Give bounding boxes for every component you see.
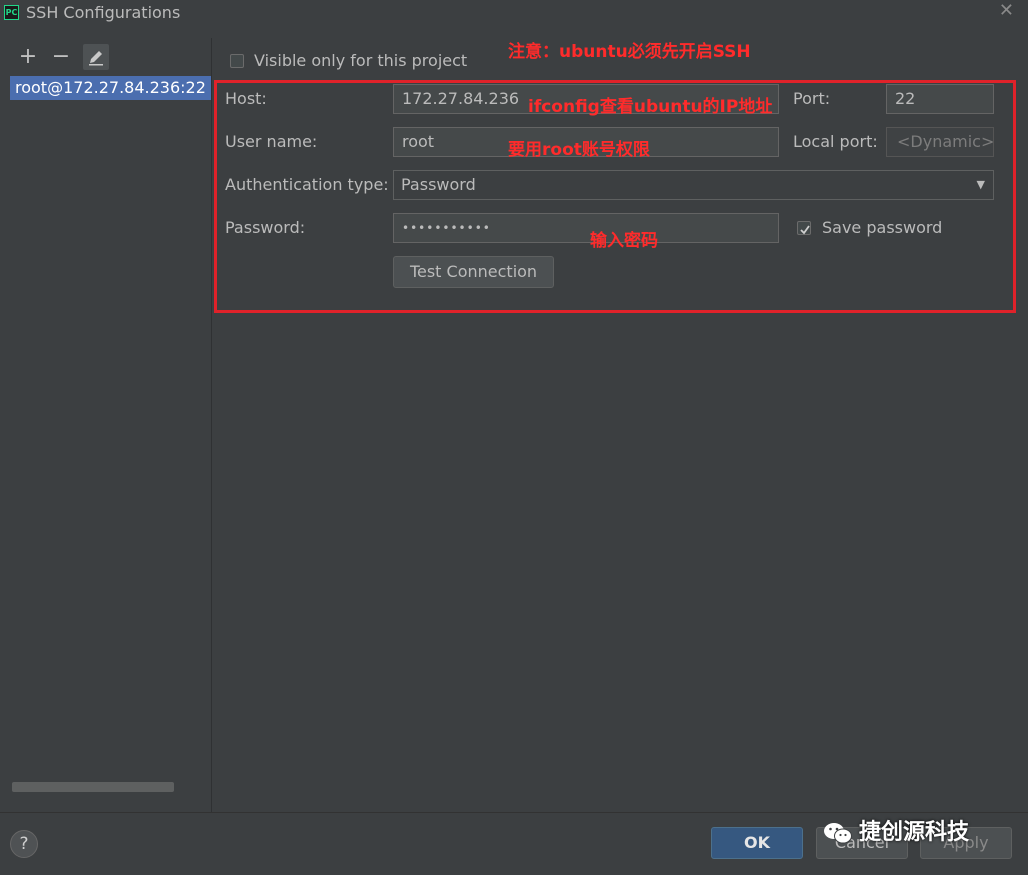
ssh-config-list-item[interactable]: root@172.27.84.236:22 pas [10, 76, 211, 100]
ssh-config-host-label: root@172.27.84.236:22 [15, 78, 206, 97]
watermark: 捷创源科技 [823, 814, 969, 846]
root-note-annotation: 要用root账号权限 [508, 140, 650, 160]
password-note-annotation: 输入密码 [590, 231, 658, 251]
edit-icon[interactable] [83, 44, 109, 70]
watermark-text: 捷创源科技 [859, 820, 970, 845]
ok-button[interactable]: OK [711, 827, 803, 859]
title-bar: PC SSH Configurations ✕ [0, 0, 1028, 26]
add-button[interactable]: + [15, 44, 41, 70]
ip-note-annotation: ifconfig查看ubuntu的IP地址 [528, 97, 773, 117]
visible-only-checkbox[interactable] [230, 54, 244, 68]
footer-divider [0, 812, 1028, 813]
panel-divider[interactable] [211, 38, 212, 812]
ssh-note-annotation: 注意：ubuntu必须先开启SSH [508, 42, 751, 62]
window-title: SSH Configurations [26, 3, 181, 22]
horizontal-scrollbar[interactable] [12, 782, 174, 792]
help-button[interactable]: ? [10, 830, 38, 858]
close-icon[interactable]: ✕ [999, 0, 1014, 21]
visible-only-label: Visible only for this project [254, 51, 468, 70]
pycharm-app-icon: PC [4, 5, 19, 20]
remove-button[interactable]: − [48, 44, 74, 70]
wechat-icon [824, 823, 852, 844]
